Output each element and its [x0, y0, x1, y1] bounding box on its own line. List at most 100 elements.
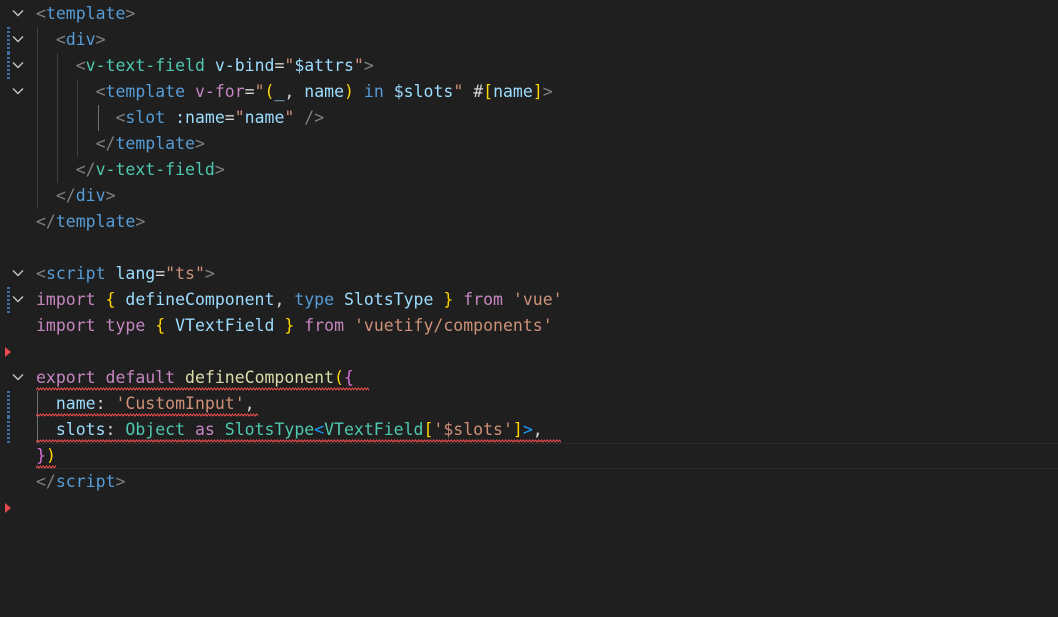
code-line[interactable]: <template> — [0, 1, 1058, 27]
code-line[interactable]: name: 'CustomInput', — [0, 391, 1058, 417]
code-token: " — [353, 56, 364, 75]
code-token: template — [45, 4, 126, 23]
chevron-down-icon[interactable] — [10, 261, 26, 287]
code-line[interactable] — [0, 495, 1058, 521]
code-text: slots: Object as SlotsType<VTextField['$… — [36, 417, 543, 443]
code-editor[interactable]: <template> <div> <v-text-field v-bind="$… — [0, 0, 1058, 617]
current-line-highlight — [36, 443, 1058, 469]
code-token: > — [95, 30, 106, 49]
code-token: ] — [512, 420, 523, 439]
code-token: </ — [36, 160, 96, 179]
code-text: <template v-for="(_, name) in $slots" #[… — [36, 79, 553, 105]
code-token: > — [125, 4, 136, 23]
code-token: as — [194, 420, 215, 439]
code-token: from — [463, 290, 503, 309]
code-token: defineComponent — [125, 290, 275, 309]
code-token: v-text-field — [95, 160, 215, 179]
code-token: 'vue' — [512, 290, 563, 309]
code-line[interactable]: </template> — [0, 131, 1058, 157]
code-token: script — [45, 264, 106, 283]
code-text: </script> — [36, 469, 125, 495]
code-token: </ — [36, 186, 76, 205]
code-line[interactable]: <slot :name="name" /> — [0, 105, 1058, 131]
code-token: = — [155, 264, 166, 283]
code-line[interactable]: import { defineComponent, type SlotsType… — [0, 287, 1058, 313]
code-line[interactable]: import type { VTextField } from 'vuetify… — [0, 313, 1058, 339]
code-token: > — [522, 420, 533, 439]
code-token: import — [36, 290, 96, 309]
code-token: { — [155, 316, 166, 335]
code-text: </v-text-field> — [36, 157, 225, 183]
code-line[interactable]: </script> — [0, 469, 1058, 495]
code-line[interactable]: export default defineComponent({ — [0, 365, 1058, 391]
code-token: v-text-field — [85, 56, 205, 75]
code-token: $attrs — [294, 56, 354, 75]
chevron-down-icon[interactable] — [10, 287, 26, 313]
code-token: v-bind — [214, 56, 275, 75]
code-token: < — [36, 82, 106, 101]
code-token: ) — [344, 82, 354, 101]
chevron-down-icon[interactable] — [10, 1, 26, 27]
code-token: > — [194, 134, 205, 153]
code-token: # — [473, 82, 484, 101]
code-line[interactable]: slots: Object as SlotsType<VTextField['$… — [0, 417, 1058, 443]
code-text: }) — [36, 443, 56, 469]
code-token: , — [532, 420, 543, 439]
code-token: , — [274, 290, 295, 309]
code-token: $slots — [393, 82, 454, 101]
code-token: template — [105, 82, 186, 101]
code-text: import { defineComponent, type SlotsType… — [36, 287, 563, 313]
code-token: > — [542, 82, 553, 101]
code-token: , — [284, 82, 305, 101]
code-token: = — [274, 56, 285, 75]
code-line[interactable]: }) — [0, 443, 1058, 469]
code-token: 'vuetify/components' — [353, 316, 553, 335]
chevron-down-icon[interactable] — [10, 79, 26, 105]
code-text: </template> — [36, 131, 205, 157]
code-token: name — [304, 82, 345, 101]
code-line[interactable]: <div> — [0, 27, 1058, 53]
code-token: template — [55, 212, 136, 231]
chevron-down-icon[interactable] — [10, 53, 26, 79]
code-token: " — [234, 108, 245, 127]
code-token: ] — [532, 82, 543, 101]
code-token: export — [36, 368, 96, 387]
code-token: VTextField — [324, 420, 424, 439]
code-token: slot — [125, 108, 166, 127]
deleted-lines-marker-icon[interactable] — [5, 347, 11, 357]
code-text: export default defineComponent({ — [36, 365, 354, 391]
code-token: name — [493, 82, 533, 101]
code-token: VTextField — [175, 316, 275, 335]
code-line[interactable]: </v-text-field> — [0, 157, 1058, 183]
code-text: </div> — [36, 183, 116, 209]
code-line[interactable] — [0, 339, 1058, 365]
code-text: <v-text-field v-bind="$attrs"> — [36, 53, 374, 79]
code-text: import type { VTextField } from 'vuetify… — [36, 313, 553, 339]
code-line[interactable]: <template v-for="(_, name) in $slots" #[… — [0, 79, 1058, 105]
code-line[interactable]: </template> — [0, 209, 1058, 235]
code-token: } — [284, 316, 295, 335]
code-line[interactable]: <script lang="ts"> — [0, 261, 1058, 287]
code-line[interactable]: </div> — [0, 183, 1058, 209]
deleted-lines-marker-icon[interactable] — [5, 503, 11, 513]
chevron-down-icon[interactable] — [10, 27, 26, 53]
code-text: name: 'CustomInput', — [36, 391, 255, 417]
code-line[interactable] — [0, 235, 1058, 261]
code-token: name — [36, 394, 96, 413]
chevron-down-icon[interactable] — [10, 365, 26, 391]
code-token: " — [254, 82, 265, 101]
code-line[interactable]: <v-text-field v-bind="$attrs"> — [0, 53, 1058, 79]
code-token: script — [55, 472, 116, 491]
code-token: > — [214, 160, 225, 179]
code-token: { — [343, 368, 354, 387]
code-token: { — [105, 290, 116, 309]
code-token: :name — [175, 108, 225, 127]
